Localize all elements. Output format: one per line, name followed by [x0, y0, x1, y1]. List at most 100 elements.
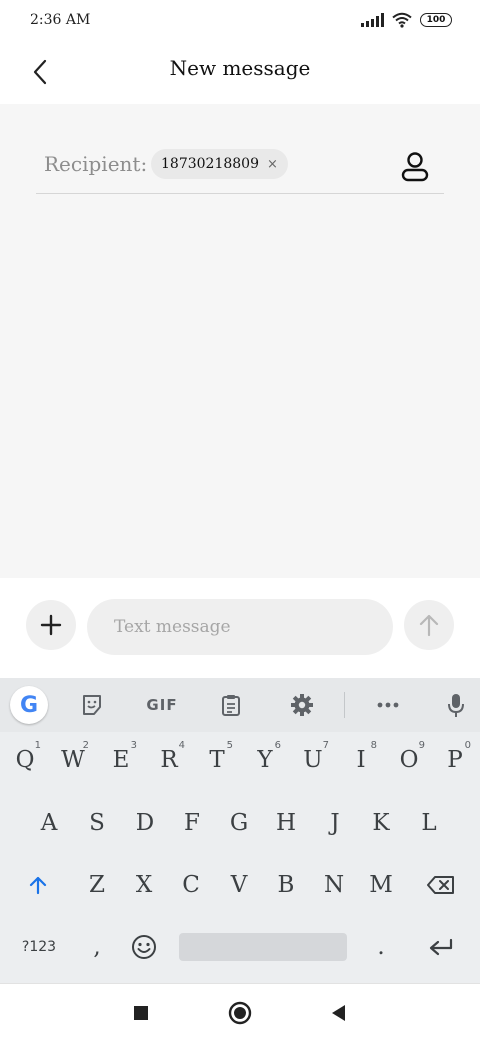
add-attachment-button[interactable] [26, 600, 76, 650]
key-k[interactable]: K [357, 795, 405, 851]
app-header: New message [0, 40, 480, 104]
key-label: O [399, 747, 419, 773]
key-d[interactable]: D [121, 795, 169, 851]
key-n[interactable]: N [310, 857, 358, 913]
key-y[interactable]: Y6 [241, 732, 289, 788]
key-j[interactable]: J [311, 795, 359, 851]
remove-recipient-button[interactable]: × [267, 157, 278, 172]
back-triangle-icon [332, 1005, 345, 1021]
backspace-icon [427, 876, 454, 894]
key-i[interactable]: I8 [337, 732, 385, 788]
nav-back-button[interactable] [323, 998, 353, 1028]
enter-icon [429, 938, 453, 956]
key-hint: 4 [178, 740, 185, 751]
recipient-row: Recipient: 18730218809 × [36, 140, 444, 194]
key-r[interactable]: R4 [145, 732, 193, 788]
mic-icon [448, 694, 464, 717]
home-icon [228, 1001, 252, 1025]
battery-level: 100 [426, 15, 446, 25]
period-key[interactable]: . [357, 919, 405, 975]
wifi-icon [392, 12, 412, 28]
emoji-key[interactable] [120, 919, 168, 975]
sticker-button[interactable] [74, 688, 110, 722]
keyboard: G GIF Q 1 W 2 E 3 R 4 T 5 Y 6 U 7 I 8 O … [0, 678, 480, 983]
key-t[interactable]: T5 [193, 732, 241, 788]
key-hint: 3 [130, 740, 137, 751]
key-x[interactable]: X [120, 857, 168, 913]
google-button[interactable]: G [10, 686, 48, 724]
key-hint: 8 [370, 740, 377, 751]
key-g[interactable]: G [215, 795, 263, 851]
gif-label: GIF [146, 696, 178, 714]
key-label: E [112, 747, 130, 773]
gear-icon [291, 694, 313, 716]
key-s[interactable]: S [73, 795, 121, 851]
settings-button[interactable] [284, 688, 320, 722]
compose-bar [0, 578, 480, 678]
recipient-label: Recipient: [44, 152, 148, 176]
emoji-icon [132, 935, 156, 959]
key-e[interactable]: E3 [97, 732, 145, 788]
symbols-key[interactable]: ?123 [12, 919, 66, 975]
key-label: P [447, 747, 463, 773]
voice-input-button[interactable] [438, 688, 474, 722]
recipient-chip-number: 18730218809 [161, 156, 259, 172]
key-label: I [356, 747, 366, 773]
system-nav-bar [0, 983, 480, 1040]
recents-icon [134, 1006, 148, 1020]
home-button[interactable] [225, 998, 255, 1028]
key-f[interactable]: F [168, 795, 216, 851]
key-c[interactable]: C [167, 857, 215, 913]
key-p[interactable]: P0 [431, 732, 479, 788]
shift-icon [29, 876, 47, 895]
key-b[interactable]: B [262, 857, 310, 913]
conversation-area: Recipient: 18730218809 × [0, 104, 480, 578]
toolbar-divider [344, 692, 345, 718]
plus-icon [40, 614, 62, 636]
contact-icon [401, 152, 429, 182]
send-button[interactable] [404, 600, 454, 650]
key-hint: 9 [418, 740, 425, 751]
key-v[interactable]: V [215, 857, 263, 913]
recipient-chip[interactable]: 18730218809 × [151, 149, 288, 179]
key-label: Y [257, 747, 273, 773]
key-q[interactable]: Q1 [1, 732, 49, 788]
enter-key[interactable] [417, 919, 465, 975]
gif-button[interactable]: GIF [140, 688, 184, 722]
clipboard-icon [222, 695, 240, 716]
key-h[interactable]: H [262, 795, 310, 851]
page-title: New message [169, 56, 311, 80]
send-arrow-icon [419, 614, 439, 637]
key-m[interactable]: M [357, 857, 405, 913]
status-time: 2:36 AM [30, 12, 91, 28]
key-w[interactable]: W2 [49, 732, 97, 788]
battery-icon: 100 [420, 13, 452, 27]
key-z[interactable]: Z [73, 857, 121, 913]
clipboard-button[interactable] [213, 688, 249, 722]
key-hint: 6 [274, 740, 281, 751]
backspace-key[interactable] [417, 857, 465, 913]
more-button[interactable] [370, 688, 406, 722]
space-key[interactable] [179, 933, 347, 961]
shift-key[interactable] [14, 857, 62, 913]
key-a[interactable]: A [25, 795, 73, 851]
key-hint: 2 [82, 740, 89, 751]
sticker-icon [83, 695, 101, 715]
key-label: U [303, 747, 323, 773]
recents-button[interactable] [126, 998, 156, 1028]
key-hint: 0 [464, 740, 471, 751]
comma-key[interactable]: , [73, 919, 121, 975]
key-o[interactable]: O9 [385, 732, 433, 788]
status-bar: 2:36 AM 100 [0, 0, 480, 40]
message-input[interactable] [87, 599, 393, 655]
status-icons: 100 [361, 12, 452, 28]
key-hint: 7 [322, 740, 329, 751]
signal-icon [361, 13, 384, 27]
key-label: Q [15, 747, 35, 773]
key-u[interactable]: U7 [289, 732, 337, 788]
keyboard-toolbar: G GIF [0, 678, 480, 732]
google-icon: G [19, 692, 39, 718]
key-l[interactable]: L [405, 795, 453, 851]
pick-contact-button[interactable] [400, 150, 430, 184]
key-label: W [61, 747, 85, 773]
